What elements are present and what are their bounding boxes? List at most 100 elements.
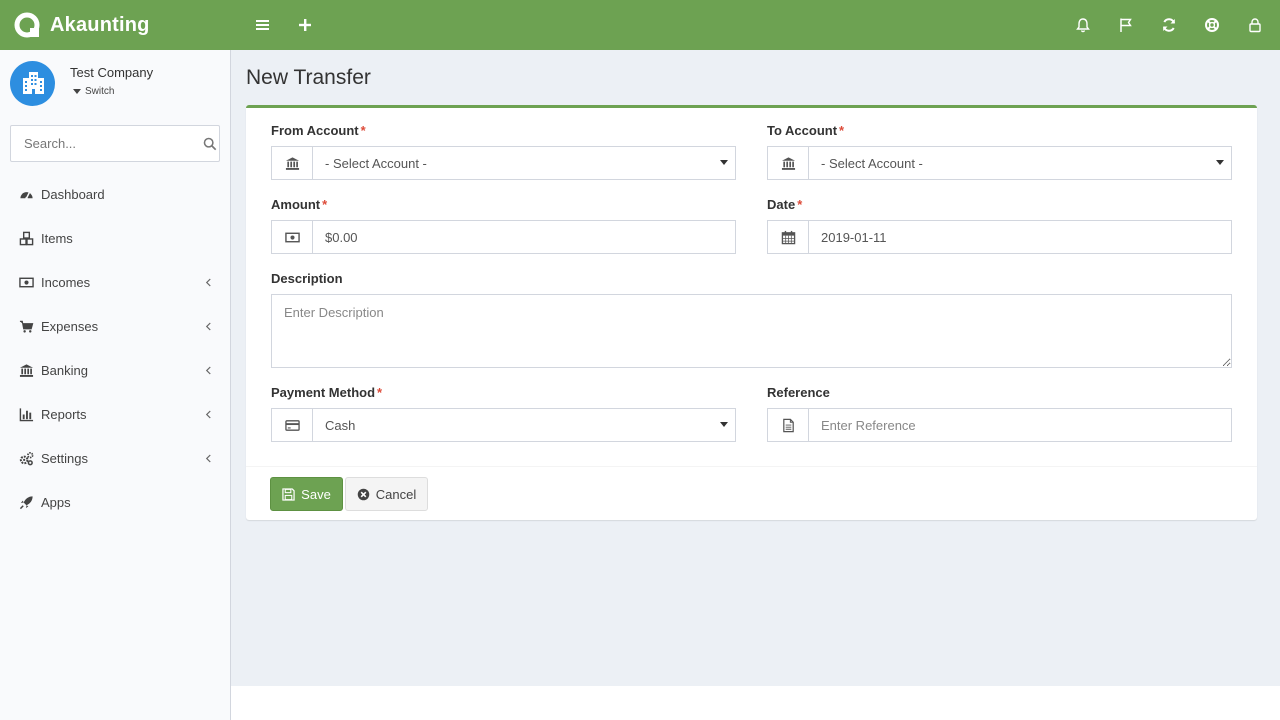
sidebar-item-incomes[interactable]: Incomes [0,260,230,304]
sidebar-item-dashboard[interactable]: Dashboard [0,172,230,216]
amount-label: Amount * [271,197,328,212]
company-switch-link[interactable]: Switch [73,86,153,97]
notifications-button[interactable] [1061,0,1104,50]
required-mark: * [322,197,328,212]
sidebar: Test Company Switch Dashboard Items Inco… [0,50,231,720]
bank-icon [781,156,795,170]
refresh-button[interactable] [1147,0,1190,50]
chevron-left-icon [205,278,211,286]
page-title: New Transfer [246,66,371,89]
cancel-button[interactable]: Cancel [345,477,428,511]
caret-down-icon [73,89,81,94]
sidebar-item-label: Reports [41,406,87,422]
date-label: Date * [767,197,803,212]
save-button[interactable]: Save [270,477,343,511]
money-icon [18,277,34,287]
from-account-selected-value: - Select Account - [325,155,427,171]
payment-method-field: Payment Method * Cash [271,385,736,445]
company-panel: Test Company Switch [0,50,230,116]
from-account-field: From Account * - Select Account - [271,123,736,183]
building-icon [22,72,44,94]
flag-icon [1119,18,1132,32]
from-account-select[interactable]: - Select Account - [313,147,735,179]
bars-icon [256,20,269,30]
calendar-icon [781,230,795,244]
sidebar-toggle-button[interactable] [242,0,284,50]
required-mark: * [377,385,383,400]
reference-input-group [767,408,1232,442]
file-text-icon [782,418,794,432]
quick-add-button[interactable] [284,0,326,50]
support-button[interactable] [1190,0,1233,50]
user-menu-button[interactable] [1233,0,1276,50]
life-ring-icon [1204,18,1219,32]
search-icon [203,137,216,150]
search-input[interactable] [11,126,200,161]
sidebar-item-apps[interactable]: Apps [0,480,230,524]
amount-input[interactable] [325,221,735,253]
sidebar-item-label: Items [41,230,73,246]
brand-name: Akaunting [50,13,150,36]
reference-label: Reference [767,385,830,400]
plus-icon [299,19,311,31]
updates-button[interactable] [1104,0,1147,50]
sidebar-item-settings[interactable]: Settings [0,436,230,480]
search-button[interactable] [200,126,219,161]
cart-icon [19,320,33,333]
required-mark: * [797,197,803,212]
description-textarea[interactable] [271,294,1232,368]
required-mark: * [839,123,845,138]
amount-input-group [271,220,736,254]
required-mark: * [360,123,366,138]
chevron-left-icon [205,454,211,462]
to-account-input-group: - Select Account - [767,146,1232,180]
transfer-form-box: From Account * - Select Account - To Acco… [246,105,1257,520]
bank-icon [19,363,33,377]
reference-field: Reference [767,385,1232,445]
sidebar-item-expenses[interactable]: Expenses [0,304,230,348]
refresh-icon [1162,18,1175,32]
dashboard-icon [19,191,33,199]
caret-down-icon [720,422,728,427]
money-icon [284,232,300,242]
rocket-icon [19,495,33,509]
sidebar-item-label: Apps [41,494,71,510]
payment-method-label: Payment Method * [271,385,383,400]
sidebar-item-reports[interactable]: Reports [0,392,230,436]
to-account-label: To Account * [767,123,845,138]
description-field: Description [271,271,1232,371]
chevron-left-icon [205,322,211,330]
date-input[interactable] [821,221,1231,253]
bank-icon [285,156,299,170]
times-circle-icon [357,488,370,500]
sidebar-menu: Dashboard Items Incomes Expenses Banking… [0,172,230,524]
payment-method-select[interactable]: Cash [313,409,735,441]
form-footer: Save Cancel [246,466,1257,520]
payment-method-input-group: Cash [271,408,736,442]
date-input-group [767,220,1232,254]
to-account-select[interactable]: - Select Account - [809,147,1231,179]
bell-icon [1075,18,1090,33]
reference-input[interactable] [821,409,1231,441]
to-account-selected-value: - Select Account - [821,155,923,171]
cubes-icon [19,231,33,245]
from-account-input-group: - Select Account - [271,146,736,180]
save-icon [282,487,295,501]
cancel-button-label: Cancel [375,486,417,502]
brand-logo-link[interactable]: Akaunting [0,0,230,50]
chevron-left-icon [205,366,211,374]
from-account-label: From Account * [271,123,366,138]
main-content: New Transfer From Account * - Select Acco… [231,50,1280,686]
date-field: Date * [767,197,1232,257]
company-switch-label: Switch [85,86,115,97]
top-navbar: Akaunting [0,0,1280,50]
bar-chart-icon [19,407,33,421]
sidebar-item-items[interactable]: Items [0,216,230,260]
caret-down-icon [720,160,728,165]
payment-method-selected-value: Cash [325,417,356,433]
sidebar-item-banking[interactable]: Banking [0,348,230,392]
amount-field: Amount * [271,197,736,257]
sidebar-item-label: Dashboard [41,186,105,202]
company-name: Test Company [70,65,154,80]
sidebar-search [10,125,220,162]
